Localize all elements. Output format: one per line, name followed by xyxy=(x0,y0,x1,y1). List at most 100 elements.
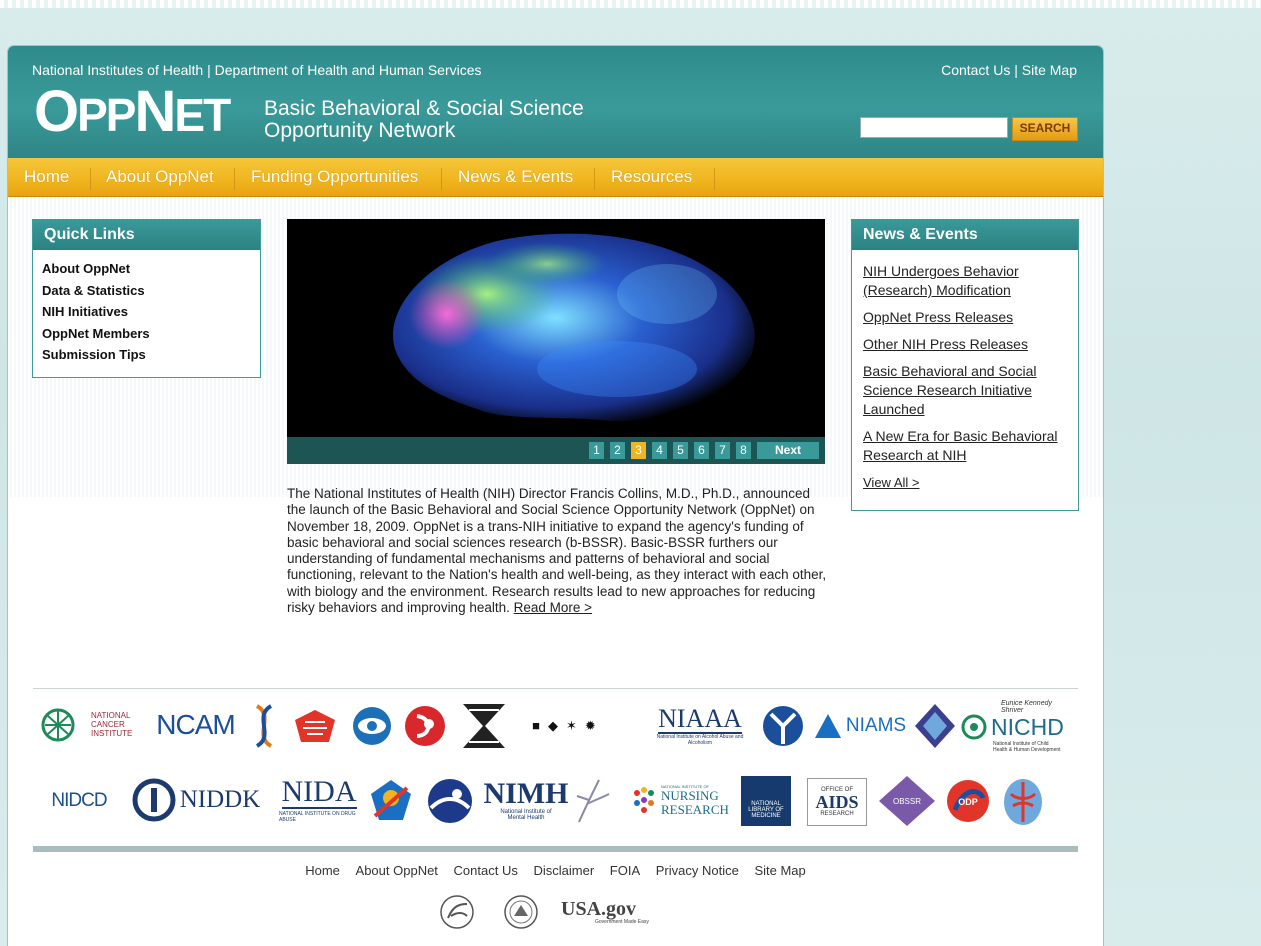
slider-page-5[interactable]: 5 xyxy=(673,442,688,459)
nlm-logo[interactable]: NATIONAL LIBRARY OF MEDICINE xyxy=(741,776,791,826)
nav-separator xyxy=(90,168,91,190)
feature-slider: 1 2 3 4 5 6 7 8 Next xyxy=(287,219,825,464)
niaaa-logo-text: NIAAA xyxy=(658,704,742,734)
quick-link-data-statistics[interactable]: Data & Statistics xyxy=(33,280,260,302)
nimh-logo[interactable]: NIMH National Institute of Mental Health xyxy=(484,776,569,824)
footer-link-foia[interactable]: FOIA xyxy=(610,863,640,878)
logo-n: N xyxy=(134,79,177,144)
header-separator: | xyxy=(1014,62,1018,78)
ninr-logo[interactable]: NATIONAL INSTITUTE OF NURSING RESEARCH xyxy=(627,780,729,820)
ninr-logo-text: NURSING RESEARCH xyxy=(661,787,729,817)
nieh-logo[interactable] xyxy=(425,778,475,824)
news-item-nih-press[interactable]: Other NIH Press Releases xyxy=(852,335,1068,354)
slider-next-button[interactable]: Next xyxy=(757,442,819,459)
slider-page-3-active[interactable]: 3 xyxy=(631,442,646,459)
nibib-logo[interactable] xyxy=(913,702,957,750)
office-director-logo[interactable] xyxy=(1003,776,1043,826)
footer-icons: USA.gov Government Made Easy xyxy=(433,894,693,930)
view-all-news-link[interactable]: View All > xyxy=(852,473,1068,492)
news-item-oppnet-press[interactable]: OppNet Press Releases xyxy=(852,308,1068,327)
footer-link-contact-us[interactable]: Contact Us xyxy=(454,863,518,878)
brain-image xyxy=(393,233,755,422)
slider-page-6[interactable]: 6 xyxy=(694,442,709,459)
obssr-logo-text: OBSSR xyxy=(893,797,921,806)
intro-paragraph: The National Institutes of Health (NIH) … xyxy=(287,486,827,616)
niams-logo-text: NIAMS xyxy=(845,715,907,736)
odp-logo[interactable]: ODP xyxy=(945,778,991,824)
nav-about-oppnet[interactable]: About OppNet xyxy=(106,158,214,196)
nia-logo[interactable] xyxy=(403,704,447,748)
nimhd-figure-logo[interactable] xyxy=(569,774,613,826)
logo-subtitle: Basic Behavioral & Social Science Opport… xyxy=(264,98,584,142)
footer-link-disclaimer[interactable]: Disclaimer xyxy=(533,863,594,878)
slider-page-1[interactable]: 1 xyxy=(589,442,604,459)
footer-link-privacy-notice[interactable]: Privacy Notice xyxy=(656,863,739,878)
nichd-logo[interactable]: Eunice Kennedy Shriver NICHD National In… xyxy=(961,700,1071,753)
footer-divider xyxy=(33,846,1078,852)
slider-page-2[interactable]: 2 xyxy=(610,442,625,459)
office-of-aids-research-logo[interactable]: OFFICE OF AIDS RESEARCH xyxy=(807,778,867,826)
nav-funding-opportunities[interactable]: Funding Opportunities xyxy=(251,158,418,196)
news-item-new-era[interactable]: A New Era for Basic Behavioral Research … xyxy=(852,427,1068,465)
site-map-link[interactable]: Site Map xyxy=(1022,62,1077,78)
quick-link-oppnet-members[interactable]: OppNet Members xyxy=(33,323,260,345)
nlm-globe-logo[interactable] xyxy=(41,708,75,742)
nidcd-logo[interactable]: NIDCD xyxy=(41,786,117,816)
nidcr-logo[interactable] xyxy=(367,778,415,822)
agency-text: National Institutes of Health | Departme… xyxy=(32,62,482,78)
slider-page-7[interactable]: 7 xyxy=(715,442,730,459)
usa-gov-text: USA.gov xyxy=(561,898,637,920)
nida-logo-text: NIDA xyxy=(281,775,357,809)
niaaa-logo-sub: National Institute on Alcohol Abuse and … xyxy=(656,734,744,746)
nav-home[interactable]: Home xyxy=(24,158,69,196)
nih-seal-icon[interactable] xyxy=(503,894,539,930)
nimh-logo-sub: National Institute of Mental Health xyxy=(500,809,552,821)
institute-logos-row-1: NATIONAL CANCER INSTITUTE NCAM ■◆✶✹ NIAA… xyxy=(33,698,1078,758)
nav-news-events[interactable]: News & Events xyxy=(458,158,573,196)
logo-o: O xyxy=(34,79,79,144)
search-button[interactable]: SEARCH xyxy=(1012,117,1078,141)
nichd-tree-logo[interactable] xyxy=(761,704,805,748)
nav-separator xyxy=(714,168,715,190)
nida-logo[interactable]: NIDA NATIONAL INSTITUTE ON DRUG ABUSE xyxy=(279,776,359,824)
hhs-eagle-icon[interactable] xyxy=(439,894,475,930)
quick-links-title: Quick Links xyxy=(33,220,260,250)
page-container: National Institutes of Health | Departme… xyxy=(8,46,1103,946)
footer-link-site-map[interactable]: Site Map xyxy=(754,863,805,878)
slider-page-4[interactable]: 4 xyxy=(652,442,667,459)
nei-eye-logo[interactable] xyxy=(351,706,393,746)
quick-link-nih-initiatives[interactable]: NIH Initiatives xyxy=(33,301,260,323)
odp-logo-text: ODP xyxy=(958,797,978,807)
nhlbi-logo[interactable] xyxy=(293,708,337,744)
nimh-logo-text: NIMH xyxy=(483,777,569,810)
footer-link-home[interactable]: Home xyxy=(305,863,340,878)
ncam-logo[interactable]: NCAM xyxy=(153,708,238,742)
usa-gov-sub: Government Made Easy xyxy=(595,919,649,925)
nci-logo[interactable]: NATIONAL CANCER INSTITUTE xyxy=(91,704,146,744)
quick-link-about-oppnet[interactable]: About OppNet xyxy=(33,258,260,280)
read-more-link[interactable]: Read More > xyxy=(514,600,592,615)
search-input[interactable] xyxy=(860,117,1008,138)
obssr-logo[interactable]: OBSSR xyxy=(877,774,937,828)
header-top-links: Contact Us | Site Map xyxy=(941,62,1077,78)
quick-links-box: Quick Links About OppNet Data & Statisti… xyxy=(32,219,261,378)
niddk-logo[interactable]: NIDDK xyxy=(121,776,271,824)
contact-us-link[interactable]: Contact Us xyxy=(941,62,1010,78)
usa-gov-logo[interactable]: USA.gov Government Made Easy xyxy=(561,896,661,928)
quick-link-submission-tips[interactable]: Submission Tips xyxy=(33,344,260,366)
footer-links: Home About OppNet Contact Us Disclaimer … xyxy=(8,863,1103,878)
nhgri-logo[interactable] xyxy=(249,702,279,750)
news-item-initiative-launched[interactable]: Basic Behavioral and Social Science Rese… xyxy=(852,362,1068,419)
logo-subtitle-line2: Opportunity Network xyxy=(264,119,456,142)
nigms-shapes-logo[interactable]: ■◆✶✹ xyxy=(523,718,613,734)
news-item-behavior-modification[interactable]: NIH Undergoes Behavior (Research) Modifi… xyxy=(852,262,1068,300)
oar-logo-sub: RESEARCH xyxy=(820,811,854,817)
footer-link-about-oppnet[interactable]: About OppNet xyxy=(356,863,438,878)
niams-logo[interactable]: NIAMS xyxy=(810,710,910,742)
nav-separator xyxy=(441,168,442,190)
niaaa-logo[interactable]: NIAAA National Institute on Alcohol Abus… xyxy=(645,704,755,748)
nav-resources[interactable]: Resources xyxy=(611,158,692,196)
niaid-logo[interactable] xyxy=(461,702,507,750)
slider-page-8[interactable]: 8 xyxy=(736,442,751,459)
oppnet-logo[interactable]: OPPNET xyxy=(34,79,231,145)
